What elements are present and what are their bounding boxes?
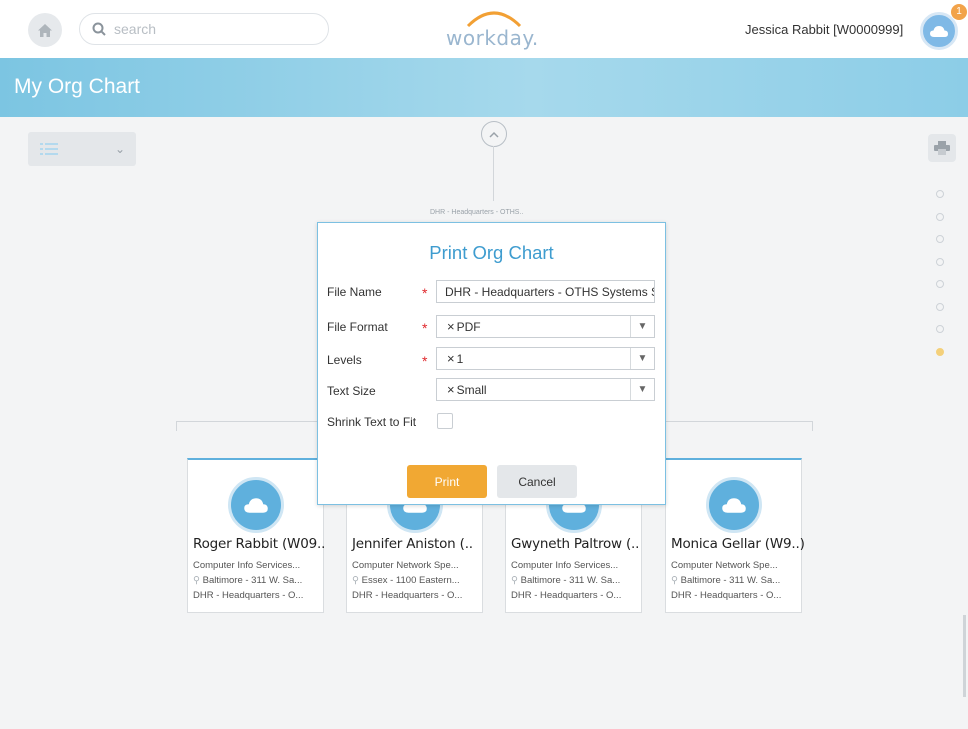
card-location: ⚲ Baltimore - 311 W. Sa...	[671, 575, 780, 586]
chevron-up-icon	[489, 131, 499, 138]
levels-value: 1	[456, 351, 464, 366]
pagination-dot[interactable]	[936, 212, 944, 221]
chevron-down-icon: ⌄	[115, 142, 126, 156]
card-location: ⚲ Essex - 1100 Eastern...	[352, 575, 460, 586]
card-job-title: Computer Network Spe...	[671, 560, 778, 571]
card-location-text: Baltimore - 311 W. Sa...	[202, 575, 303, 586]
pagination-dot[interactable]	[936, 280, 944, 288]
search-placeholder: search	[114, 21, 157, 37]
view-selector[interactable]: ⌄	[28, 132, 136, 166]
home-button[interactable]	[28, 13, 62, 47]
print-button[interactable]	[928, 134, 956, 162]
org-card[interactable]: Roger Rabbit (W09.. Computer Info Servic…	[187, 458, 325, 613]
page-banner: My Org Chart	[0, 58, 968, 117]
dropdown-arrow-icon[interactable]: ▼	[630, 348, 654, 369]
shrink-text-checkbox[interactable]	[437, 413, 453, 429]
location-pin-icon: ⚲	[352, 575, 362, 586]
text-size-label: Text Size	[327, 384, 376, 398]
card-job-title: Computer Network Spe...	[352, 560, 459, 571]
levels-select[interactable]: × 1 ▼	[436, 347, 655, 370]
cloud-icon	[244, 497, 268, 513]
pagination-dot[interactable]	[936, 302, 944, 311]
dropdown-arrow-icon[interactable]: ▼	[630, 316, 654, 337]
card-name[interactable]: Roger Rabbit (W09..	[193, 536, 325, 552]
card-job-title: Computer Info Services...	[193, 560, 301, 571]
card-location: ⚲ Baltimore - 311 W. Sa...	[193, 575, 302, 586]
page-title: My Org Chart	[14, 75, 141, 98]
remove-selection-icon[interactable]: ×	[447, 319, 455, 334]
required-indicator: *	[422, 353, 428, 369]
tree-connector-tick	[812, 421, 813, 431]
dialog-title: Print Org Chart	[429, 242, 554, 263]
tree-connector	[493, 146, 494, 201]
file-format-select[interactable]: × PDF ▼	[436, 315, 655, 338]
card-location-text: Baltimore - 311 W. Sa...	[680, 575, 781, 586]
pagination-dot[interactable]	[936, 257, 944, 266]
card-name[interactable]: Gwyneth Paltrow (..	[511, 536, 639, 552]
required-indicator: *	[422, 320, 428, 336]
pagination-dot[interactable]	[936, 235, 944, 243]
level-pagination	[936, 190, 944, 370]
card-org: DHR - Headquarters - O...	[352, 590, 463, 601]
cancel-button[interactable]: Cancel	[497, 465, 577, 498]
location-pin-icon: ⚲	[511, 575, 521, 586]
shrink-text-label: Shrink Text to Fit	[327, 415, 417, 429]
home-icon	[38, 23, 52, 37]
scrollbar[interactable]	[963, 615, 966, 697]
file-format-value: PDF	[456, 319, 481, 334]
remove-selection-icon[interactable]: ×	[447, 382, 455, 397]
card-location-text: Baltimore - 311 W. Sa...	[520, 575, 621, 586]
logo-text: workday.	[446, 26, 539, 50]
file-name-field[interactable]: DHR - Headquarters - OTHS Systems Se	[436, 280, 655, 303]
file-name-value: DHR - Headquarters - OTHS Systems Se	[445, 284, 655, 299]
print-button[interactable]: Print	[407, 465, 487, 498]
workday-logo: workday.	[446, 6, 546, 52]
notification-badge[interactable]: 1	[951, 4, 967, 20]
print-org-chart-dialog: Print Org Chart File Name * DHR - Headqu…	[317, 222, 666, 505]
text-size-select[interactable]: × Small ▼	[436, 378, 655, 401]
avatar	[706, 477, 762, 533]
card-name[interactable]: Monica Gellar (W9..)	[671, 536, 805, 552]
user-name[interactable]: Jessica Rabbit [W0000999]	[745, 22, 903, 37]
printer-icon	[934, 141, 950, 155]
file-format-label: File Format	[327, 320, 388, 334]
card-location: ⚲ Baltimore - 311 W. Sa...	[511, 575, 620, 586]
required-indicator: *	[422, 285, 428, 301]
location-pin-icon: ⚲	[193, 575, 203, 586]
card-name[interactable]: Jennifer Aniston (..	[352, 536, 473, 552]
card-org: DHR - Headquarters - O...	[671, 590, 782, 601]
pagination-dot-active[interactable]	[936, 347, 944, 356]
pagination-dot[interactable]	[936, 325, 944, 333]
tree-connector-tick	[176, 421, 177, 431]
cloud-icon	[930, 25, 948, 37]
cloud-icon	[722, 497, 746, 513]
avatar	[228, 477, 284, 533]
navigate-up-button[interactable]	[481, 121, 507, 147]
search-icon	[92, 22, 106, 36]
top-bar: search workday. Jessica Rabbit [W0000999…	[0, 0, 968, 58]
pagination-dot[interactable]	[936, 190, 944, 198]
card-job-title: Computer Info Services...	[511, 560, 619, 571]
org-card[interactable]: Monica Gellar (W9..) Computer Network Sp…	[665, 458, 805, 613]
card-org: DHR - Headquarters - O...	[193, 590, 304, 601]
search-input[interactable]: search	[79, 13, 329, 45]
user-avatar[interactable]	[920, 12, 958, 50]
levels-label: Levels	[327, 353, 362, 367]
card-location-text: Essex - 1100 Eastern...	[361, 575, 460, 586]
text-size-value: Small	[456, 382, 487, 397]
file-name-label: File Name	[327, 285, 382, 299]
dropdown-arrow-icon[interactable]: ▼	[630, 379, 654, 400]
org-root-label[interactable]: DHR - Headquarters - OTHS..	[430, 209, 523, 216]
location-pin-icon: ⚲	[671, 575, 681, 586]
remove-selection-icon[interactable]: ×	[447, 351, 455, 366]
list-view-icon	[40, 143, 58, 155]
card-org: DHR - Headquarters - O...	[511, 590, 622, 601]
